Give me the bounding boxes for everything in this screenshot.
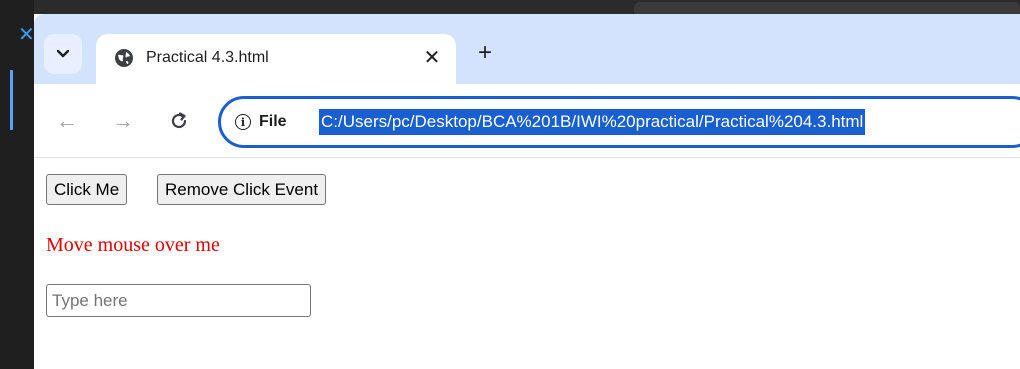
url-text[interactable]: C:/Users/pc/Desktop/BCA%201B/IWI%20pract… [319,109,866,135]
background-editor-sidebar [0,0,34,369]
forward-button[interactable]: → [106,104,140,138]
browser-window: Practical 4.3.html ✕ + ← → i File C:/Use… [34,14,1020,369]
reload-icon [171,112,187,129]
site-info-label: File [259,113,287,130]
close-icon: ✕ [423,46,441,69]
reload-button[interactable] [162,104,196,138]
back-button[interactable]: ← [50,104,84,138]
chevron-down-icon [56,49,70,58]
tab-search-button[interactable] [44,34,82,74]
new-tab-button[interactable]: + [470,38,500,68]
type-here-input[interactable] [46,284,311,317]
background-panel [634,2,1020,14]
arrow-right-icon: → [112,108,134,133]
plus-icon: + [477,39,492,66]
tab-title: Practical 4.3.html [146,49,269,66]
page-content: Click Me Remove Click Event Move mouse o… [34,158,1020,369]
hover-text[interactable]: Move mouse over me [46,234,220,257]
background-window-strip [0,0,1020,14]
tab-active[interactable]: Practical 4.3.html ✕ [96,34,456,84]
screen: ✕ Practical 4.3.html ✕ + ← → i File C:/U… [0,0,1020,369]
tab-strip: Practical 4.3.html ✕ + [34,14,1020,84]
click-me-button[interactable]: Click Me [46,174,128,205]
address-bar[interactable]: i File C:/Users/pc/Desktop/BCA%201B/IWI%… [218,96,1020,148]
editor-activity-accent [10,70,24,130]
arrow-left-icon: ← [56,108,78,133]
browser-toolbar: ← → i File C:/Users/pc/Desktop/BCA%201B/… [34,84,1020,158]
tab-close-button[interactable]: ✕ [418,43,446,71]
remove-click-event-button[interactable]: Remove Click Event [157,174,327,205]
editor-logo-icon: ✕ [18,24,35,46]
site-info-button[interactable]: i File [235,109,287,135]
globe-icon [115,49,133,67]
info-icon: i [235,114,251,130]
